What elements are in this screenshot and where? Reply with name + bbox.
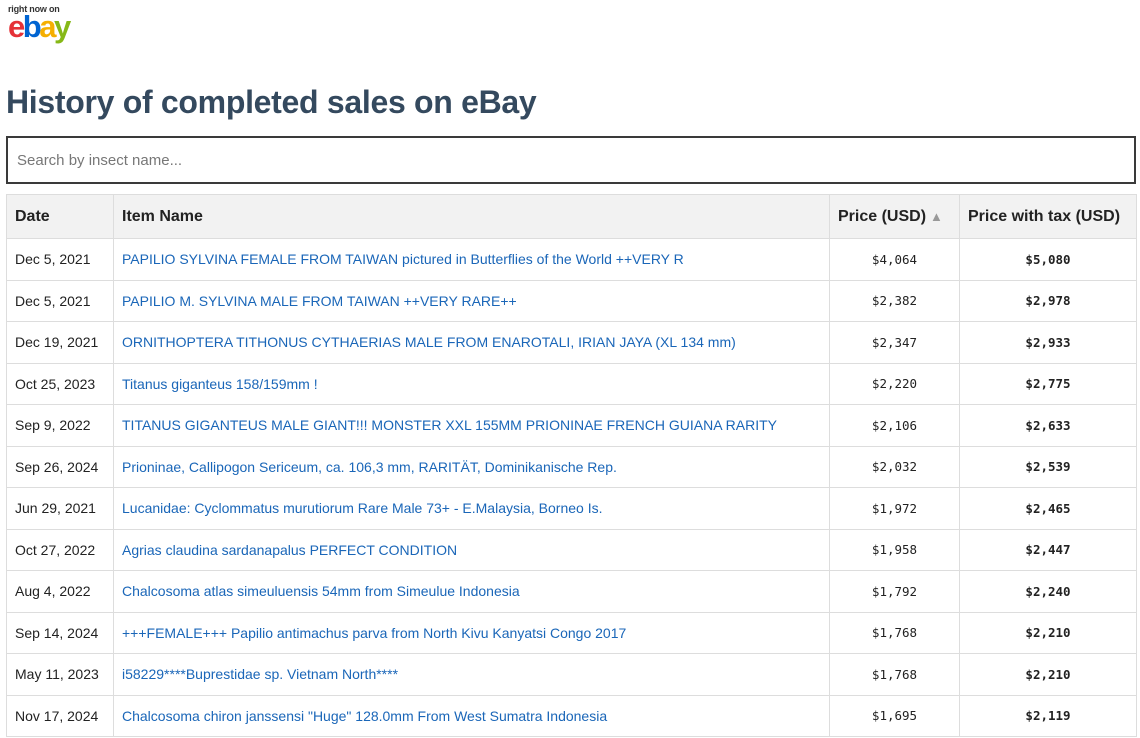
column-header-item-name[interactable]: Item Name [113, 194, 830, 239]
page-title: History of completed sales on eBay [6, 84, 537, 120]
sale-date: Aug 4, 2022 [6, 570, 114, 613]
sale-date: Nov 17, 2024 [6, 694, 114, 737]
item-name-cell: Prioninae, Callipogon Sericeum, ca. 106,… [113, 445, 830, 488]
sale-price-with-tax: $2,933 [959, 321, 1137, 364]
sale-price: $1,768 [829, 653, 960, 696]
item-link[interactable]: Agrias claudina sardanapalus PERFECT CON… [122, 542, 457, 558]
item-link[interactable]: ORNITHOPTERA TITHONUS CYTHAERIAS MALE FR… [122, 334, 736, 350]
sale-date: Jun 29, 2021 [6, 487, 114, 530]
item-name-cell: PAPILIO SYLVINA FEMALE FROM TAIWAN pictu… [113, 238, 830, 281]
sale-price-with-tax: $2,119 [959, 694, 1137, 737]
sale-date: Sep 9, 2022 [6, 404, 114, 447]
sale-price: $1,972 [829, 487, 960, 530]
table-row: Sep 14, 2024 +++FEMALE+++ Papilio antimac… [6, 611, 1137, 654]
item-name-cell: PAPILIO M. SYLVINA MALE FROM TAIWAN ++VE… [113, 279, 830, 322]
sale-date: Oct 27, 2022 [6, 528, 114, 571]
column-header-date[interactable]: Date [6, 194, 114, 239]
sale-price: $1,958 [829, 528, 960, 571]
sale-date: Sep 14, 2024 [6, 611, 114, 654]
search-box [6, 136, 1136, 184]
column-header-price-with-tax[interactable]: Price with tax (USD) [959, 194, 1137, 239]
sort-ascending-icon: ▲ [930, 208, 943, 224]
sale-price-with-tax: $2,210 [959, 611, 1137, 654]
item-name-cell: TITANUS GIGANTEUS MALE GIANT!!! MONSTER … [113, 404, 830, 447]
item-link[interactable]: Chalcosoma atlas simeuluensis 54mm from … [122, 583, 520, 599]
sale-date: Dec 5, 2021 [6, 279, 114, 322]
table-row: Sep 26, 2024 Prioninae, Callipogon Serice… [6, 445, 1137, 488]
sale-price: $2,347 [829, 321, 960, 364]
item-link[interactable]: Chalcosoma chiron janssensi "Huge" 128.0… [122, 708, 607, 724]
search-input[interactable] [6, 136, 1136, 184]
sale-date: Oct 25, 2023 [6, 362, 114, 405]
table-row: Dec 5, 2021 PAPILIO M. SYLVINA MALE FROM … [6, 279, 1137, 322]
column-header-price[interactable]: Price (USD) ▲ [829, 194, 960, 239]
sale-price: $1,695 [829, 694, 960, 737]
sales-table: Date Item Name Price (USD) ▲ Price with t… [6, 194, 1137, 737]
sale-price-with-tax: $2,210 [959, 653, 1137, 696]
sale-date: Sep 26, 2024 [6, 445, 114, 488]
sale-price-with-tax: $2,539 [959, 445, 1137, 488]
table-row: Nov 17, 2024 Chalcosoma chiron janssensi … [6, 694, 1137, 737]
item-name-cell: i58229****Buprestidae sp. Vietnam North*… [113, 653, 830, 696]
item-link[interactable]: PAPILIO M. SYLVINA MALE FROM TAIWAN ++VE… [122, 293, 517, 309]
sale-price: $1,792 [829, 570, 960, 613]
table-row: Jun 29, 2021 Lucanidae: Cyclommatus murut… [6, 487, 1137, 530]
sale-price-with-tax: $2,775 [959, 362, 1137, 405]
table-row: Dec 5, 2021 PAPILIO SYLVINA FEMALE FROM T… [6, 238, 1137, 281]
table-row: May 11, 2023 i58229****Buprestidae sp. Vi… [6, 653, 1137, 696]
logo-wordmark: ebay [8, 9, 71, 44]
sale-price-with-tax: $2,240 [959, 570, 1137, 613]
sale-date: May 11, 2023 [6, 653, 114, 696]
item-name-cell: ORNITHOPTERA TITHONUS CYTHAERIAS MALE FR… [113, 321, 830, 364]
sale-price-with-tax: $2,465 [959, 487, 1137, 530]
item-name-cell: Lucanidae: Cyclommatus murutiorum Rare M… [113, 487, 830, 530]
item-name-cell: Agrias claudina sardanapalus PERFECT CON… [113, 528, 830, 571]
item-link[interactable]: PAPILIO SYLVINA FEMALE FROM TAIWAN pictu… [122, 251, 684, 267]
table-row: Oct 27, 2022 Agrias claudina sardanapalus… [6, 528, 1137, 571]
table-header-row: Date Item Name Price (USD) ▲ Price with t… [6, 194, 1137, 239]
sale-price: $1,768 [829, 611, 960, 654]
sale-date: Dec 19, 2021 [6, 321, 114, 364]
table-row: Dec 19, 2021 ORNITHOPTERA TITHONUS CYTHAE… [6, 321, 1137, 364]
sale-price: $2,220 [829, 362, 960, 405]
item-link[interactable]: Titanus giganteus 158/159mm ! [122, 376, 318, 392]
table-body: Dec 5, 2021 PAPILIO SYLVINA FEMALE FROM T… [6, 238, 1137, 737]
item-link[interactable]: TITANUS GIGANTEUS MALE GIANT!!! MONSTER … [122, 417, 777, 433]
table-row: Sep 9, 2022 TITANUS GIGANTEUS MALE GIANT!… [6, 404, 1137, 447]
item-name-cell: Chalcosoma chiron janssensi "Huge" 128.0… [113, 694, 830, 737]
sale-price-with-tax: $5,080 [959, 238, 1137, 281]
sale-price: $2,106 [829, 404, 960, 447]
item-link[interactable]: i58229****Buprestidae sp. Vietnam North*… [122, 666, 398, 682]
item-name-cell: +++FEMALE+++ Papilio antimachus parva fr… [113, 611, 830, 654]
item-link[interactable]: Lucanidae: Cyclommatus murutiorum Rare M… [122, 500, 602, 516]
sale-price-with-tax: $2,633 [959, 404, 1137, 447]
sale-price: $2,382 [829, 279, 960, 322]
sale-date: Dec 5, 2021 [6, 238, 114, 281]
sale-price-with-tax: $2,447 [959, 528, 1137, 571]
sale-price: $4,064 [829, 238, 960, 281]
sale-price: $2,032 [829, 445, 960, 488]
item-link[interactable]: Prioninae, Callipogon Sericeum, ca. 106,… [122, 459, 617, 475]
item-name-cell: Titanus giganteus 158/159mm ! [113, 362, 830, 405]
item-name-cell: Chalcosoma atlas simeuluensis 54mm from … [113, 570, 830, 613]
table-row: Oct 25, 2023 Titanus giganteus 158/159mm … [6, 362, 1137, 405]
item-link[interactable]: +++FEMALE+++ Papilio antimachus parva fr… [122, 625, 626, 641]
ebay-logo[interactable]: right now on ebay [8, 4, 88, 46]
table-row: Aug 4, 2022 Chalcosoma atlas simeuluensis… [6, 570, 1137, 613]
sale-price-with-tax: $2,978 [959, 279, 1137, 322]
